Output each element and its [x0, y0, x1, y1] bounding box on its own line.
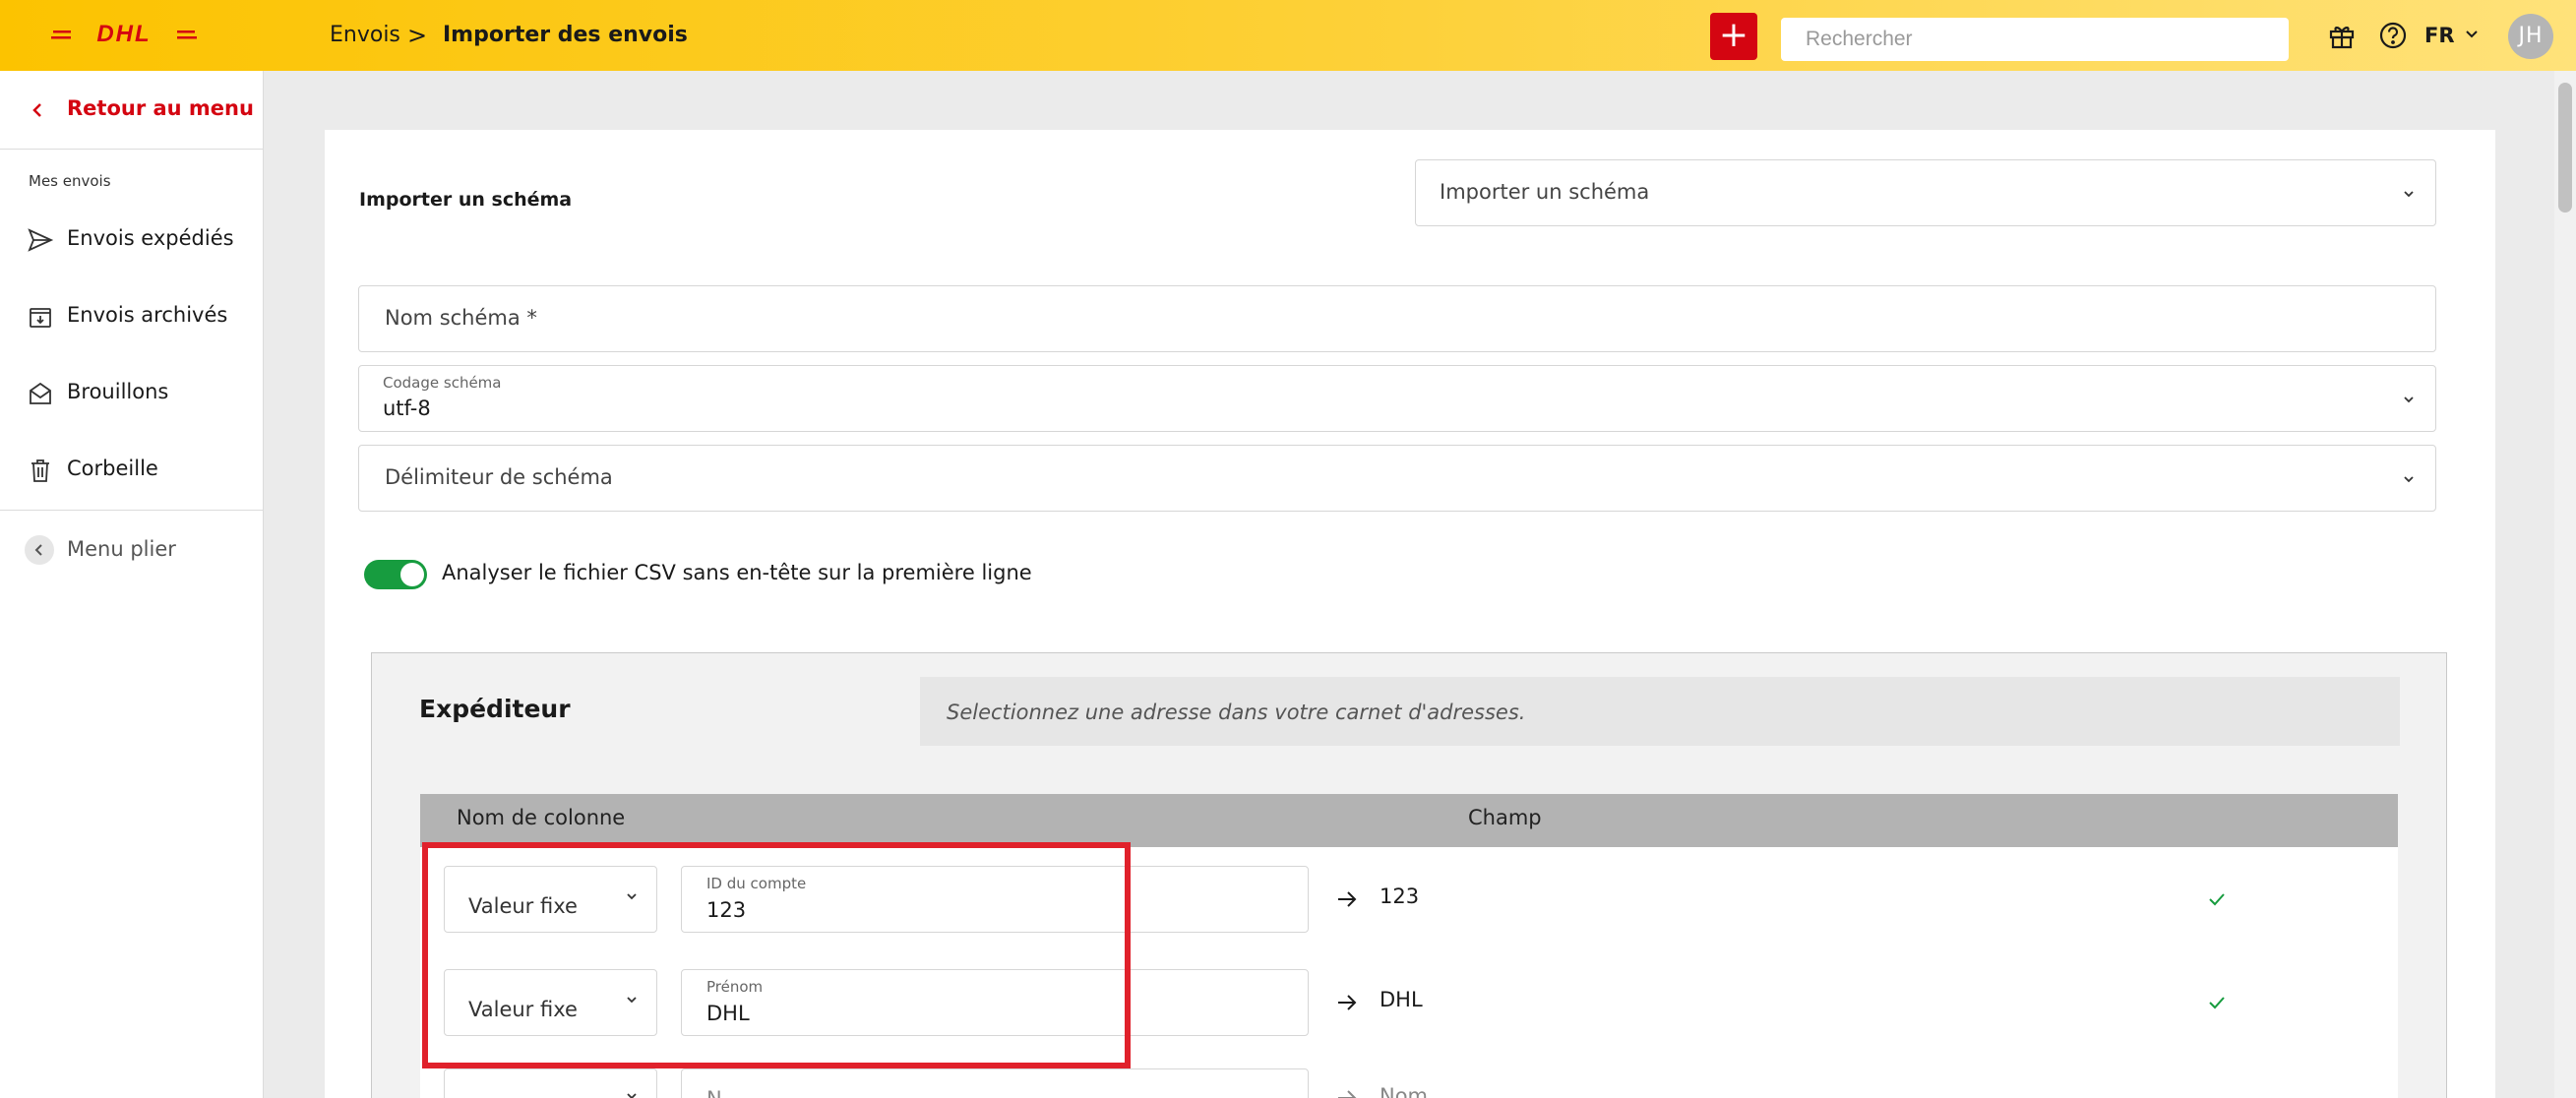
check-icon [2209, 997, 2225, 1009]
column-header-name: Nom de colonne [457, 806, 626, 829]
mapping-table-header: Nom de colonne Champ [420, 794, 2398, 847]
chevron-down-icon [627, 1093, 637, 1098]
dhl-logo[interactable]: DHL [51, 22, 197, 45]
schema-encoding-label: Codage schéma [383, 374, 502, 392]
send-icon [28, 228, 54, 252]
mapped-value: 123 [1380, 884, 1420, 908]
csv-header-toggle-label: Analyser le fichier CSV sans en-tête sur… [442, 561, 1032, 584]
check-icon [2209, 893, 2225, 906]
csv-header-toggle[interactable] [364, 560, 427, 589]
schema-delimiter-placeholder: Délimiteur de schéma [385, 465, 613, 489]
chevron-down-icon [2404, 396, 2414, 403]
sidebar-item-label: Corbeille [67, 457, 158, 480]
sidebar-divider [0, 510, 264, 511]
import-schema-placeholder: Importer un schéma [1440, 180, 1650, 204]
archive-icon [30, 308, 51, 328]
page-title: Importer des envois [443, 23, 688, 47]
sidebar-item-sent[interactable]: Envois expédiés [0, 213, 264, 268]
import-schema-label: Importer un schéma [359, 189, 573, 211]
svg-text:DHL: DHL [96, 22, 151, 45]
trash-icon [31, 459, 49, 482]
sender-title: Expéditeur [419, 695, 571, 723]
help-icon[interactable] [2377, 20, 2409, 51]
collapse-menu-button[interactable]: Menu plier [67, 537, 176, 561]
sidebar-item-archived[interactable]: Envois archivés [0, 289, 264, 344]
schema-delimiter-select[interactable]: Délimiteur de schéma [358, 445, 2436, 512]
sidebar: Retour au menu Mes envois Envois expédié… [0, 71, 264, 1098]
address-book-placeholder: Selectionnez une adresse dans votre carn… [947, 701, 1526, 724]
column-type-select[interactable] [444, 1068, 657, 1098]
gift-icon[interactable] [2326, 20, 2358, 51]
sidebar-item-label: Brouillons [67, 380, 169, 403]
last-name-placeholder: N... [706, 1087, 742, 1098]
sidebar-item-trash[interactable]: Corbeille [0, 443, 264, 498]
plus-icon: + [1718, 15, 1749, 55]
schema-encoding-value: utf-8 [383, 396, 431, 420]
section-label-my-shipments: Mes envois [29, 172, 111, 190]
breadcrumb-parent[interactable]: Envois [330, 0, 400, 71]
page-scrollbar[interactable] [2554, 71, 2576, 1098]
breadcrumb-separator: > [407, 22, 428, 49]
chevron-down-icon [2404, 191, 2414, 198]
last-name-field[interactable]: N... [681, 1068, 1309, 1098]
schema-encoding-select[interactable]: Codage schéma utf-8 [358, 365, 2436, 432]
chevron-left-icon [32, 103, 41, 117]
collapse-menu-icon[interactable] [25, 535, 54, 565]
arrow-right-icon [1338, 995, 1357, 1010]
draft-icon [30, 382, 51, 404]
back-to-menu-label: Retour au menu [67, 96, 254, 120]
sidebar-item-drafts[interactable]: Brouillons [0, 366, 264, 421]
page-scrollbar-thumb[interactable] [2558, 83, 2572, 213]
import-schema-select[interactable]: Importer un schéma [1415, 159, 2436, 226]
toggle-knob [400, 563, 424, 586]
back-to-menu-button[interactable]: Retour au menu [0, 71, 264, 150]
column-header-field: Champ [1468, 806, 1542, 829]
avatar[interactable]: JH [2508, 14, 2553, 59]
schema-name-placeholder: Nom schéma * [385, 306, 537, 330]
language-selector[interactable]: FR [2424, 0, 2455, 71]
arrow-right-icon [1338, 891, 1357, 907]
chevron-down-icon [2404, 476, 2414, 483]
sidebar-item-label: Envois expédiés [67, 226, 234, 250]
create-shipment-button[interactable]: + [1710, 13, 1757, 60]
schema-name-field[interactable]: Nom schéma * [358, 285, 2436, 352]
arrow-right-icon [1338, 1090, 1357, 1098]
search-input[interactable] [1781, 18, 2289, 61]
highlight-box [422, 842, 1131, 1068]
mapped-value: DHL [1380, 988, 1423, 1011]
top-header: DHL Envois > Importer des envois + FR JH [0, 0, 2576, 71]
chevron-down-icon[interactable] [2464, 26, 2480, 41]
mapped-value: Nom [1380, 1084, 1429, 1098]
sidebar-item-label: Envois archivés [67, 303, 228, 327]
